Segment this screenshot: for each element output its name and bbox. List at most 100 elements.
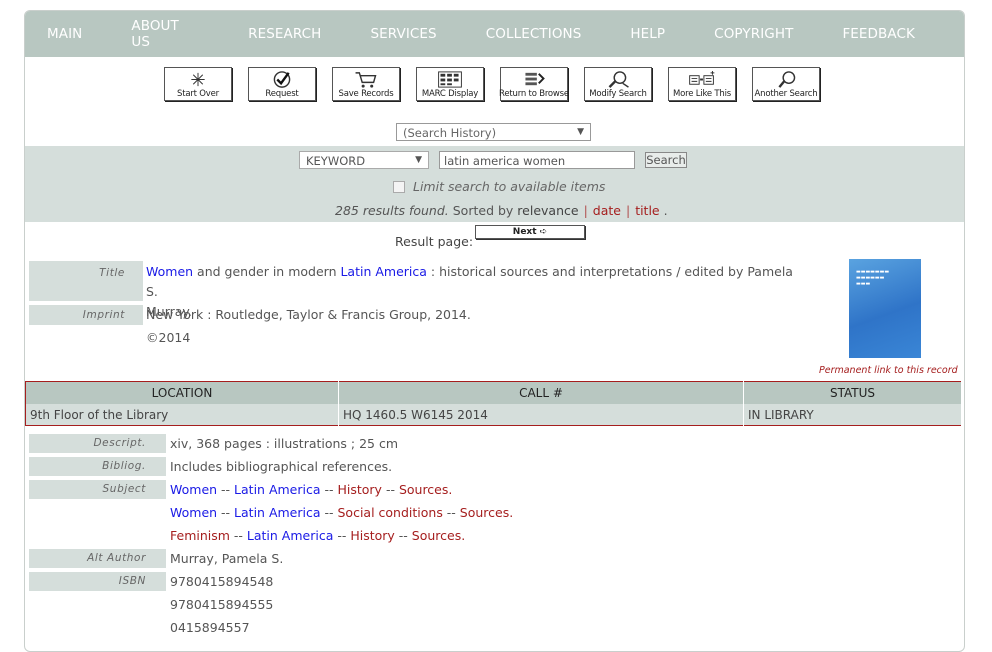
chevron-down-icon: ▼ <box>577 127 584 137</box>
another-search-label: Another Search <box>754 89 818 99</box>
bibliog-label: Bibliog. <box>29 457 166 476</box>
location-header: LOCATION <box>25 381 339 404</box>
subject-sep: -- <box>394 528 412 543</box>
nav-feedback[interactable]: FEEDBACK <box>842 26 915 42</box>
marc-display-label: MARC Display <box>421 89 479 99</box>
call-number-header: CALL # <box>338 381 744 404</box>
search-band: KEYWORD ▼ latin america women Search Lim… <box>25 146 964 222</box>
record-toolbar: Start Over Request Save Records MARC Dis… <box>164 67 836 101</box>
subject-link[interactable]: Women <box>170 482 217 497</box>
nav-about-us[interactable]: ABOUT US <box>131 18 199 50</box>
subject-line: Women -- Latin America -- History -- Sou… <box>170 480 452 499</box>
subject-line: Feminism -- Latin America -- History -- … <box>170 526 465 545</box>
subject-link[interactable]: Sources. <box>412 528 465 543</box>
search-history-value: (Search History) <box>403 126 497 140</box>
subject-sep: -- <box>229 528 247 543</box>
search-button[interactable]: Search <box>645 152 687 168</box>
subject-link[interactable]: Sources. <box>460 505 513 520</box>
magnifier-icon <box>778 71 796 88</box>
table-row: 9th Floor of the Library HQ 1460.5 W6145… <box>25 404 962 426</box>
permanent-link[interactable]: Permanent link to this record <box>819 365 958 376</box>
isbn-value: 0415894557 <box>170 620 250 635</box>
marc-display-button[interactable]: MARC Display <box>416 67 484 101</box>
save-records-label: Save Records <box>338 89 394 99</box>
call-number-link[interactable]: HQ 1460.5 W6145 2014 <box>338 404 744 426</box>
subject-link[interactable]: History <box>350 528 394 543</box>
result-page-label: Result page: <box>395 234 474 249</box>
subject-sep: -- <box>320 505 338 520</box>
modify-search-label: Modify Search <box>589 89 647 99</box>
return-to-browse-button[interactable]: Return to Browse <box>499 67 569 101</box>
modify-search-button[interactable]: Modify Search <box>584 67 652 101</box>
subject-link[interactable]: Latin America <box>234 505 320 520</box>
title-link-latin-america[interactable]: Latin America <box>340 264 426 279</box>
nav-collections[interactable]: COLLECTIONS <box>486 26 582 42</box>
start-over-label: Start Over <box>177 89 219 99</box>
request-button[interactable]: Request <box>248 67 316 101</box>
more-like-this-button[interactable]: More Like This <box>668 67 736 101</box>
subject-line: Women -- Latin America -- Social conditi… <box>170 503 513 522</box>
nav-research[interactable]: RESEARCH <box>248 26 321 42</box>
cover-art: ▬▬▬▬▬▬▬ ▬▬▬▬▬▬ ▬▬▬ <box>856 269 890 287</box>
subject-link[interactable]: History <box>337 482 381 497</box>
limit-label: Limit search to available items <box>413 179 606 194</box>
chevron-down-icon: ▼ <box>415 155 422 165</box>
nav-copyright[interactable]: COPYRIGHT <box>714 26 793 42</box>
sort-date-link[interactable]: date <box>593 203 621 218</box>
isbn-label: ISBN <box>29 572 166 591</box>
sort-relevance: relevance <box>517 203 579 218</box>
descript-label: Descript. <box>29 434 166 453</box>
search-input[interactable]: latin america women <box>439 151 635 169</box>
sort-end: . <box>663 203 668 218</box>
descript-value: xiv, 368 pages : illustrations ; 25 cm <box>170 436 399 451</box>
results-count: 285 results found. <box>335 203 449 218</box>
next-page-button[interactable]: Next ➪ <box>475 225 585 239</box>
catalog-frame: MAIN ABOUT US RESEARCH SERVICES COLLECTI… <box>24 10 965 652</box>
subject-link[interactable]: Feminism <box>170 528 230 543</box>
subject-link[interactable]: Latin America <box>234 482 320 497</box>
sort-separator: | <box>583 203 588 218</box>
subject-link[interactable]: Social conditions <box>337 505 442 520</box>
subject-sep: -- <box>217 505 235 520</box>
more-like-icon <box>689 70 715 85</box>
start-over-button[interactable]: Start Over <box>164 67 232 101</box>
bibliog-value: Includes bibliographical references. <box>170 459 393 474</box>
isbn-value: 9780415894555 <box>170 597 274 612</box>
search-type-select[interactable]: KEYWORD ▼ <box>299 151 429 169</box>
results-summary: 285 results found. Sorted by relevance | d… <box>335 203 668 218</box>
sort-separator: | <box>625 203 631 218</box>
search-type-value: KEYWORD <box>306 154 366 168</box>
location-cell: 9th Floor of the Library <box>25 404 339 426</box>
subject-sep: -- <box>217 482 235 497</box>
cart-icon <box>355 72 377 88</box>
limit-available: Limit search to available items <box>393 179 605 194</box>
marc-icon <box>438 71 462 88</box>
star-burst-icon <box>191 72 205 87</box>
title-text: and gender in modern <box>193 264 341 279</box>
book-cover-image[interactable]: ▬▬▬▬▬▬▬ ▬▬▬▬▬▬ ▬▬▬ <box>849 259 921 358</box>
subject-link[interactable]: Latin America <box>247 528 333 543</box>
nav-help[interactable]: HELP <box>630 26 665 42</box>
sort-title-link[interactable]: title <box>635 203 659 218</box>
subject-label: Subject <box>29 480 166 499</box>
nav-main[interactable]: MAIN <box>47 26 82 42</box>
save-records-button[interactable]: Save Records <box>332 67 400 101</box>
next-label: Next <box>512 227 537 237</box>
search-history-select[interactable]: (Search History) ▼ <box>396 123 591 141</box>
status-header: STATUS <box>743 381 962 404</box>
imprint-label: Imprint <box>29 305 143 325</box>
limit-checkbox[interactable] <box>393 180 405 193</box>
sorted-by-label: Sorted by <box>452 203 514 218</box>
subject-link[interactable]: Women <box>170 505 217 520</box>
copyright-value: ©2014 <box>146 330 191 345</box>
isbn-value: 9780415894548 <box>170 574 274 589</box>
checkmark-icon <box>273 71 291 88</box>
nav-services[interactable]: SERVICES <box>370 26 436 42</box>
another-search-button[interactable]: Another Search <box>752 67 820 101</box>
request-label: Request <box>265 89 299 99</box>
holdings-header-row: LOCATION CALL # STATUS <box>25 381 962 404</box>
alt-author-label: Alt Author <box>29 549 166 568</box>
title-link-women[interactable]: Women <box>146 264 193 279</box>
subject-link[interactable]: Sources. <box>399 482 452 497</box>
alt-author-link[interactable]: Murray, Pamela S. <box>170 549 283 568</box>
